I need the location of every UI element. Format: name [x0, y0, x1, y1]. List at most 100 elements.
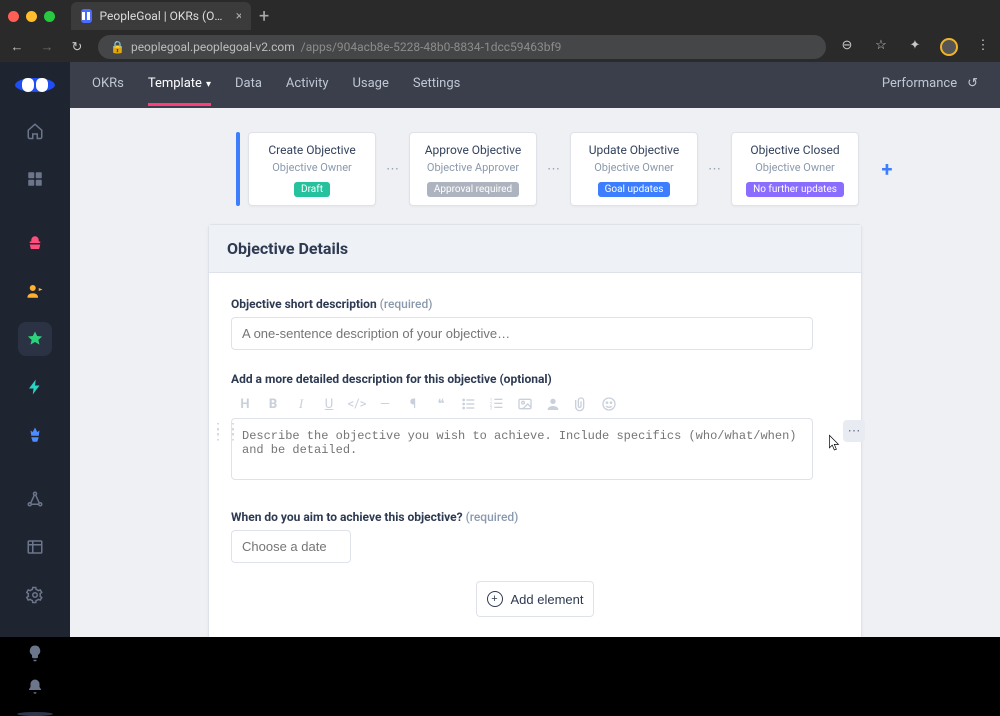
workflow-step[interactable]: Objective Closed Objective Owner No furt…	[731, 132, 859, 206]
card-title: Objective Details	[227, 239, 843, 258]
step-subtitle: Objective Approver	[427, 161, 519, 174]
browser-tabbar: PeopleGoal | OKRs (Objectives… × +	[0, 0, 1000, 32]
step-subtitle: Objective Owner	[594, 161, 674, 174]
rich-text-toolbar: H B I U </> — ¶ ❝ 123	[237, 396, 839, 412]
tab-data[interactable]: Data	[235, 76, 262, 91]
nav-hints[interactable]	[18, 644, 52, 662]
numbered-list-icon[interactable]: 123	[489, 396, 505, 412]
due-date-input[interactable]	[231, 530, 351, 563]
step-subtitle: Objective Owner	[755, 161, 835, 174]
tab-okrs[interactable]: OKRs	[92, 76, 124, 91]
code-icon[interactable]: </>	[349, 397, 365, 412]
app-sidebar	[0, 62, 70, 637]
heading-icon[interactable]: H	[237, 397, 253, 412]
long-desc-input[interactable]	[231, 418, 813, 480]
image-icon[interactable]	[517, 396, 533, 412]
tab-template[interactable]: Template▾	[148, 76, 211, 91]
undo-icon[interactable]: ↺	[967, 76, 978, 91]
drag-handle-icon[interactable]: ⋮⋮⋮⋮	[211, 426, 241, 438]
divider-icon[interactable]: —	[377, 397, 393, 412]
emoji-icon[interactable]	[601, 396, 617, 412]
underline-icon[interactable]: U	[321, 397, 337, 412]
step-title: Create Objective	[268, 143, 355, 157]
italic-icon[interactable]: I	[293, 396, 309, 412]
attachment-icon[interactable]	[573, 396, 589, 412]
nav-notifications[interactable]	[18, 678, 52, 696]
nav-back-icon[interactable]: ←	[8, 39, 26, 55]
maximize-window[interactable]	[44, 11, 55, 22]
long-desc-label: Add a more detailed description for this…	[231, 372, 839, 386]
nav-network[interactable]	[18, 482, 52, 516]
workflow-step[interactable]: Update Objective Objective Owner Goal up…	[570, 132, 698, 206]
tab-settings[interactable]: Settings	[413, 76, 460, 91]
due-date-label: When do you aim to achieve this objectiv…	[231, 510, 839, 524]
nav-item-blue[interactable]	[18, 418, 52, 452]
workflow-step[interactable]: Approve Objective Objective Approver App…	[409, 132, 537, 206]
nav-reload-icon[interactable]: ↻	[68, 40, 86, 55]
bullet-list-icon[interactable]	[461, 396, 477, 412]
step-options-icon[interactable]: ⋯	[384, 162, 401, 177]
add-step-button[interactable]: +	[873, 157, 901, 181]
paragraph-icon[interactable]: ¶	[405, 397, 421, 412]
nav-home[interactable]	[18, 114, 52, 148]
address-bar[interactable]: 🔒 peoplegoal.peoplegoal-v2.com/apps/904a…	[98, 35, 826, 59]
step-options-icon[interactable]: ⋯	[706, 162, 723, 177]
step-title: Objective Closed	[750, 143, 839, 157]
form-card: Objective Details Objective short descri…	[208, 224, 862, 637]
short-desc-label: Objective short description (required)	[231, 297, 839, 311]
new-tab-button[interactable]: +	[259, 6, 269, 27]
nav-settings[interactable]	[18, 578, 52, 612]
nav-item-pink[interactable]	[18, 226, 52, 260]
favicon-icon	[81, 9, 92, 23]
url-host: peoplegoal.peoplegoal-v2.com	[131, 40, 295, 54]
step-subtitle: Objective Owner	[272, 161, 352, 174]
tab-usage[interactable]: Usage	[352, 76, 388, 91]
profile-avatar-icon[interactable]	[940, 38, 958, 56]
url-path: /apps/904acb8e-5228-48b0-8834-1dcc59463b…	[301, 40, 562, 54]
step-title: Update Objective	[589, 143, 680, 157]
nav-forward-icon[interactable]: →	[38, 39, 56, 55]
field-options-button[interactable]: ⋯	[843, 420, 865, 442]
status-badge: Goal updates	[598, 182, 671, 197]
browser-tab[interactable]: PeopleGoal | OKRs (Objectives… ×	[71, 2, 251, 30]
cursor-icon	[828, 434, 842, 452]
close-tab-icon[interactable]: ×	[236, 9, 241, 24]
extensions-icon[interactable]: ✦	[906, 38, 924, 56]
tab-title: PeopleGoal | OKRs (Objectives…	[100, 9, 228, 23]
mention-icon[interactable]	[545, 396, 561, 412]
minimize-window[interactable]	[26, 11, 37, 22]
step-options-icon[interactable]: ⋯	[545, 162, 562, 177]
app-topnav: OKRs Template▾ Data Activity Usage Setti…	[70, 62, 1000, 108]
add-element-button[interactable]: + Add element	[476, 581, 594, 617]
topnav-tabs: OKRs Template▾ Data Activity Usage Setti…	[92, 76, 460, 91]
nav-table[interactable]	[18, 530, 52, 564]
breadcrumb-label[interactable]: Performance	[882, 76, 957, 91]
lock-icon: 🔒	[110, 40, 125, 54]
current-user-avatar[interactable]	[17, 712, 53, 716]
workflow-step[interactable]: Create Objective Objective Owner Draft	[248, 132, 376, 206]
bold-icon[interactable]: B	[265, 397, 281, 412]
status-badge: Draft	[294, 182, 330, 197]
status-badge: No further updates	[746, 182, 844, 197]
quote-icon[interactable]: ❝	[433, 397, 449, 412]
brand-logo[interactable]	[15, 78, 55, 92]
active-step-indicator	[236, 132, 240, 206]
nav-item-teal[interactable]	[18, 370, 52, 404]
plus-circle-icon: +	[487, 591, 503, 607]
close-window[interactable]	[8, 11, 19, 22]
workflow-steps: Create Objective Objective Owner Draft ⋯…	[236, 132, 1000, 206]
zoom-icon[interactable]: ⊖	[838, 38, 856, 56]
step-title: Approve Objective	[425, 143, 522, 157]
svg-text:3: 3	[490, 405, 493, 411]
short-desc-input[interactable]	[231, 317, 813, 350]
nav-dashboard[interactable]	[18, 162, 52, 196]
chevron-down-icon: ▾	[206, 79, 211, 90]
window-controls	[8, 11, 55, 22]
nav-item-green[interactable]	[18, 322, 52, 356]
tab-activity[interactable]: Activity	[286, 76, 329, 91]
bookmark-icon[interactable]: ☆	[872, 38, 890, 56]
card-header: Objective Details	[209, 225, 861, 273]
menu-icon[interactable]: ⋮	[974, 38, 992, 56]
status-badge: Approval required	[427, 182, 519, 197]
nav-item-orange[interactable]	[18, 274, 52, 308]
